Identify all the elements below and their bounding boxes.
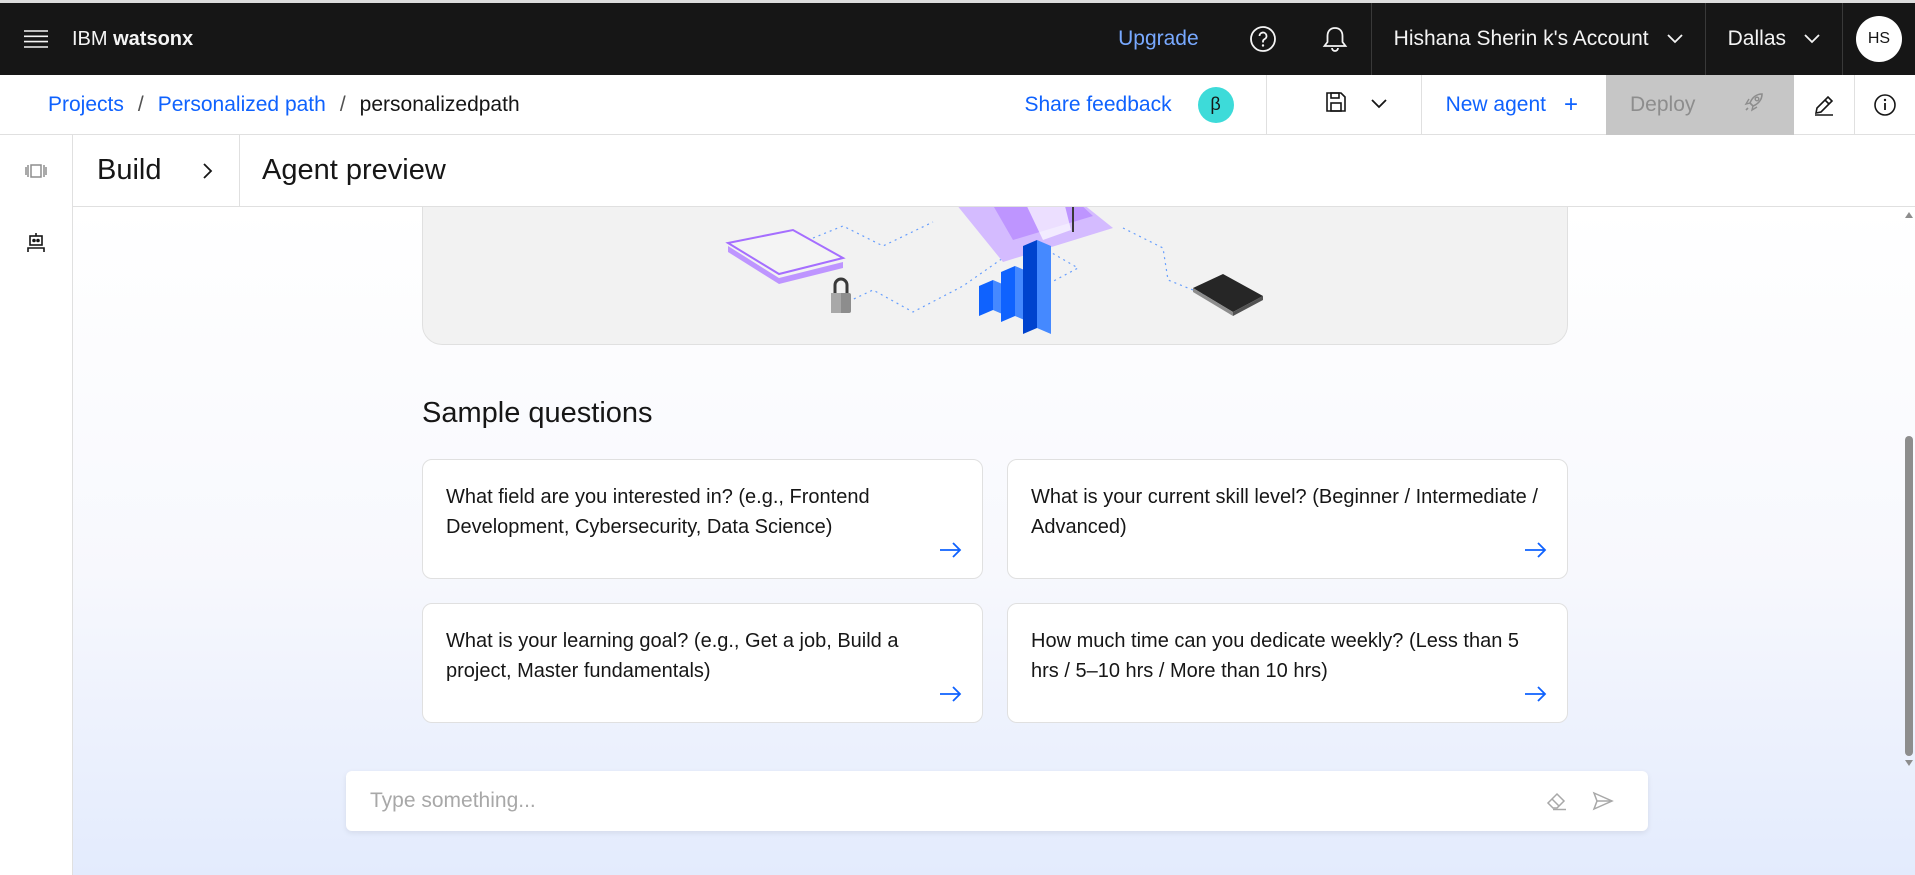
scrollbar-thumb[interactable]	[1905, 436, 1913, 756]
share-feedback-link[interactable]: Share feedback	[1024, 93, 1171, 117]
add-icon: +	[1563, 90, 1578, 118]
arrow-right-icon	[1525, 542, 1547, 558]
breadcrumb: Projects / Personalized path / personali…	[0, 93, 520, 117]
avatar: HS	[1856, 16, 1902, 62]
build-toggle[interactable]: Build	[73, 134, 240, 207]
arrow-right-icon	[940, 542, 962, 558]
build-label: Build	[97, 154, 162, 186]
scroll-down-arrow[interactable]	[1905, 760, 1913, 766]
region-switcher[interactable]: Dallas	[1706, 27, 1842, 51]
arrow-right-icon	[1525, 686, 1547, 702]
beta-badge[interactable]: β	[1197, 86, 1234, 123]
page-title: Agent preview	[262, 154, 446, 186]
new-agent-button[interactable]: New agent +	[1422, 75, 1606, 135]
breadcrumb-current: personalizedpath	[359, 92, 520, 116]
view-header: Build Agent preview	[73, 134, 1915, 207]
breadcrumb-toolbar: Projects / Personalized path / personali…	[0, 74, 1915, 135]
sample-question-text: What field are you interested in? (e.g.,…	[446, 486, 870, 538]
save-icon[interactable]	[1325, 91, 1347, 118]
breadcrumb-separator: /	[137, 92, 144, 116]
sample-question-card[interactable]: What is your current skill level? (Begin…	[1007, 459, 1568, 579]
chat-composer	[346, 771, 1648, 831]
sample-question-card[interactable]: What field are you interested in? (e.g.,…	[422, 459, 983, 579]
top-navigation-bar: IBM watsonx Upgrade Hishana Sherin k's A…	[0, 0, 1915, 75]
panel-icon[interactable]	[0, 135, 72, 207]
eraser-icon[interactable]	[1534, 778, 1580, 824]
brand-prefix: IBM	[72, 27, 108, 50]
help-icon[interactable]	[1227, 3, 1299, 75]
sample-question-text: How much time can you dedicate weekly? (…	[1031, 630, 1520, 682]
sample-questions-heading: Sample questions	[422, 397, 653, 429]
region-label: Dallas	[1727, 27, 1786, 50]
upgrade-link[interactable]: Upgrade	[1090, 27, 1227, 51]
chevron-down-icon[interactable]	[1370, 96, 1387, 114]
agent-icon[interactable]	[0, 207, 72, 279]
sample-question-card[interactable]: What is your learning goal? (e.g., Get a…	[422, 603, 983, 723]
agent-preview-panel: Sample questions What field are you inte…	[73, 207, 1915, 875]
deploy-label: Deploy	[1630, 92, 1696, 116]
account-label: Hishana Sherin k's Account	[1393, 27, 1649, 50]
edit-icon[interactable]	[1794, 75, 1854, 135]
arrow-right-icon	[940, 686, 962, 702]
hero-illustration	[422, 207, 1568, 345]
chevron-down-icon	[1804, 34, 1820, 44]
user-avatar-button[interactable]: HS	[1843, 3, 1915, 75]
sample-question-card[interactable]: How much time can you dedicate weekly? (…	[1007, 603, 1568, 723]
send-icon[interactable]	[1580, 778, 1626, 824]
deploy-button[interactable]: Deploy	[1606, 74, 1794, 135]
menu-icon[interactable]	[0, 3, 72, 75]
brand-name: watsonx	[113, 27, 194, 50]
left-rail	[0, 135, 73, 875]
save-menu	[1267, 75, 1421, 135]
chat-input[interactable]	[346, 772, 1534, 830]
breadcrumb-project[interactable]: Personalized path	[158, 93, 326, 117]
chevron-right-icon	[203, 162, 213, 179]
sample-question-text: What is your learning goal? (e.g., Get a…	[446, 630, 899, 682]
info-icon[interactable]	[1855, 75, 1915, 135]
product-logo[interactable]: IBM watsonx	[72, 28, 193, 51]
breadcrumb-separator: /	[339, 92, 346, 116]
chevron-down-icon	[1667, 34, 1683, 44]
breadcrumb-projects[interactable]: Projects	[48, 93, 124, 117]
rocket-icon	[1742, 90, 1766, 120]
account-switcher[interactable]: Hishana Sherin k's Account	[1372, 27, 1705, 51]
new-agent-label: New agent	[1445, 92, 1546, 116]
notification-icon[interactable]	[1299, 3, 1371, 75]
scroll-up-arrow[interactable]	[1905, 212, 1913, 218]
sample-question-text: What is your current skill level? (Begin…	[1031, 486, 1538, 538]
